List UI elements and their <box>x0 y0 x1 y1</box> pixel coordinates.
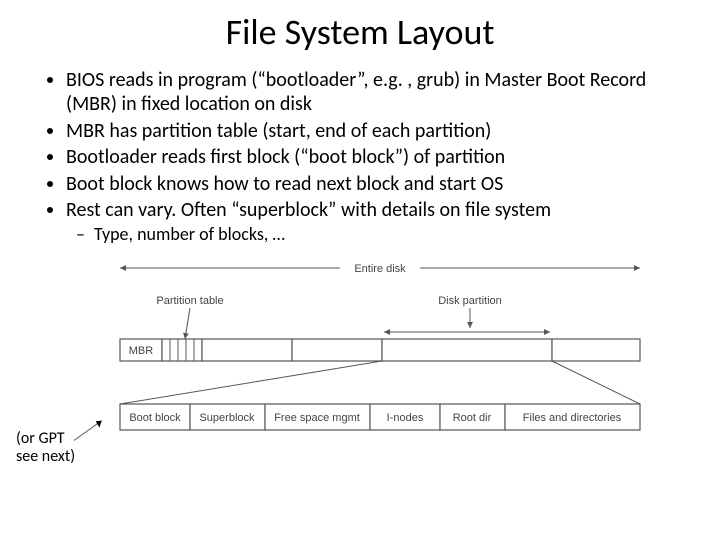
bullet-item: MBR has partition table (start, end of e… <box>66 119 680 143</box>
side-annotation-line2: see next) <box>16 447 75 466</box>
free-space-label: Free space mgmt <box>274 412 360 424</box>
side-annotation-line1: (or GPT <box>16 429 65 448</box>
mbr-label: MBR <box>129 345 154 357</box>
inodes-label: I-nodes <box>387 412 424 424</box>
bullet-item: Bootloader reads first block (“boot bloc… <box>66 145 680 169</box>
entire-disk-label: Entire disk <box>354 263 406 275</box>
slide-title: File System Layout <box>40 10 680 54</box>
bullet-item: Boot block knows how to read next block … <box>66 172 680 196</box>
partition-table-label: Partition table <box>156 295 223 307</box>
sub-bullet-item: Type, number of blocks, … <box>94 224 680 246</box>
boot-block-label: Boot block <box>129 412 181 424</box>
annotation-arrow-icon <box>68 415 112 447</box>
bullet-text: Rest can vary. Often “superblock” with d… <box>66 198 551 222</box>
bullet-item: BIOS reads in program (“bootloader”, e.g… <box>66 68 680 117</box>
side-annotation: (or GPT see next) <box>16 430 76 467</box>
files-label: Files and directories <box>523 412 622 424</box>
slide-container: File System Layout BIOS reads in program… <box>0 0 720 540</box>
bullet-item: Rest can vary. Often “superblock” with d… <box>66 198 680 246</box>
sub-bullet-list: Type, number of blocks, … <box>66 224 680 246</box>
bullet-list: BIOS reads in program (“bootloader”, e.g… <box>40 68 680 246</box>
root-dir-label: Root dir <box>453 412 492 424</box>
disk-layout-diagram: Entire disk Partition table Disk partiti… <box>100 254 660 439</box>
superblock-label: Superblock <box>199 412 255 424</box>
disk-partition-label: Disk partition <box>438 295 502 307</box>
